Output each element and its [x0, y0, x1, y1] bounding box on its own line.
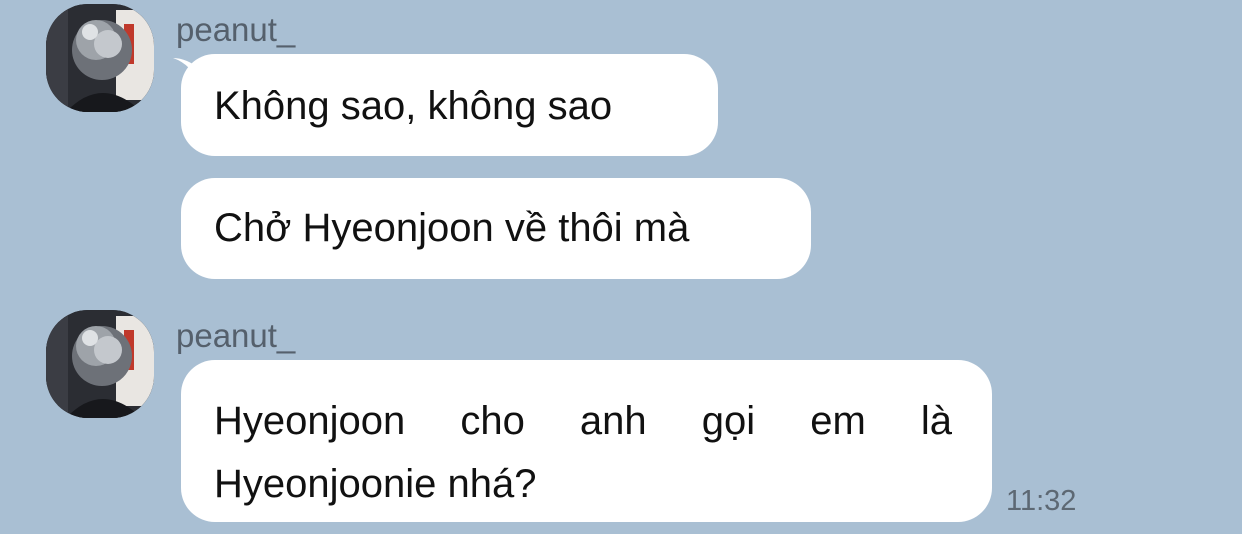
message-timestamp: 11:32 — [1006, 485, 1077, 517]
message-text-line: Hyeonjoonie nhá? — [214, 462, 537, 506]
sender-name[interactable]: peanut_ — [176, 319, 295, 352]
sender-avatar[interactable] — [46, 4, 154, 112]
message-word: là — [920, 399, 952, 443]
message-bubble[interactable]: Chở Hyeonjoon về thôi mà — [181, 178, 811, 279]
sender-name[interactable]: peanut_ — [176, 13, 295, 46]
message-text: Chở Hyeonjoon về thôi mà — [214, 206, 690, 250]
message-word: Hyeonjoon — [214, 399, 406, 443]
message-bubble[interactable]: Hyeonjoon cho anh gọi em là Hyeonjoonie … — [181, 360, 992, 522]
message-word: cho — [460, 399, 525, 443]
message-word: anh — [579, 399, 647, 443]
avatar-photo — [46, 4, 154, 112]
message-text-line: Hyeonjoon cho anh gọi em là — [214, 390, 952, 453]
message-word: em — [810, 399, 866, 443]
avatar-photo — [46, 310, 154, 418]
message-bubble[interactable]: Không sao, không sao — [181, 54, 718, 156]
message-text: Không sao, không sao — [214, 84, 613, 128]
message-word: gọi — [701, 399, 756, 443]
sender-avatar[interactable] — [46, 310, 154, 418]
